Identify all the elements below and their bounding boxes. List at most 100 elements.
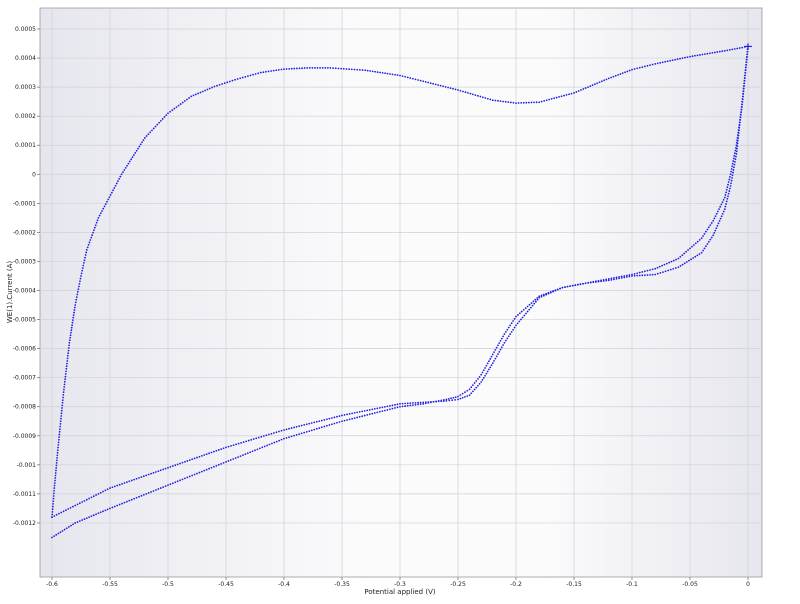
data-point bbox=[77, 288, 80, 291]
data-point bbox=[234, 78, 236, 81]
data-point bbox=[454, 88, 457, 91]
data-point bbox=[725, 203, 727, 205]
data-point bbox=[313, 428, 316, 431]
data-point bbox=[53, 487, 56, 489]
data-point bbox=[280, 68, 283, 71]
data-point bbox=[137, 147, 139, 150]
data-point bbox=[646, 64, 649, 67]
data-point bbox=[670, 260, 673, 263]
data-point bbox=[462, 90, 464, 93]
data-point bbox=[68, 344, 70, 347]
data-point bbox=[63, 383, 66, 386]
data-point bbox=[158, 121, 160, 124]
data-point bbox=[65, 527, 68, 530]
data-point bbox=[142, 475, 145, 478]
data-point bbox=[384, 72, 386, 75]
data-point bbox=[730, 170, 733, 173]
data-point bbox=[147, 133, 150, 136]
data-point bbox=[265, 70, 267, 73]
data-point bbox=[252, 73, 254, 76]
data-point bbox=[62, 510, 65, 513]
data-point bbox=[60, 511, 63, 514]
data-point bbox=[88, 497, 91, 500]
data-point bbox=[498, 350, 501, 353]
data-point bbox=[225, 461, 227, 463]
data-point bbox=[464, 395, 466, 398]
data-point bbox=[73, 311, 75, 314]
data-point bbox=[266, 444, 268, 447]
data-point bbox=[58, 512, 60, 515]
y-tick-label: 0.0002 bbox=[15, 113, 36, 120]
data-point bbox=[504, 331, 507, 333]
data-point bbox=[432, 82, 435, 85]
data-point bbox=[298, 425, 301, 428]
data-point bbox=[85, 248, 88, 251]
data-point bbox=[671, 59, 674, 62]
data-point bbox=[723, 49, 726, 52]
data-point bbox=[67, 349, 70, 352]
data-point bbox=[74, 522, 77, 524]
data-point bbox=[587, 282, 590, 284]
data-point bbox=[176, 463, 179, 466]
data-point bbox=[316, 67, 319, 69]
data-point bbox=[509, 101, 512, 104]
data-point bbox=[68, 339, 71, 342]
data-point bbox=[419, 79, 422, 82]
data-point bbox=[55, 462, 58, 464]
data-point bbox=[130, 498, 133, 501]
data-point bbox=[548, 98, 551, 101]
data-point bbox=[528, 303, 531, 306]
data-point bbox=[247, 439, 250, 442]
data-point bbox=[123, 501, 126, 504]
data-point bbox=[481, 371, 484, 374]
data-point bbox=[179, 479, 181, 482]
data-point bbox=[699, 54, 701, 56]
data-point bbox=[731, 165, 734, 168]
data-point bbox=[454, 396, 457, 399]
data-point bbox=[106, 508, 109, 511]
data-point bbox=[507, 335, 510, 338]
data-point bbox=[358, 69, 361, 71]
data-point bbox=[70, 524, 72, 527]
data-point bbox=[81, 501, 84, 503]
data-point bbox=[381, 406, 384, 409]
data-point bbox=[211, 86, 213, 89]
data-point bbox=[236, 78, 239, 80]
data-point bbox=[67, 508, 70, 510]
data-point bbox=[54, 477, 57, 479]
data-point bbox=[459, 394, 462, 396]
data-point bbox=[401, 75, 404, 78]
data-point bbox=[666, 60, 669, 63]
data-point bbox=[72, 314, 75, 316]
data-point bbox=[736, 145, 739, 147]
data-point bbox=[165, 114, 168, 117]
data-point bbox=[728, 190, 731, 192]
data-point bbox=[675, 258, 677, 261]
data-point bbox=[493, 359, 495, 362]
data-point bbox=[147, 492, 150, 494]
data-point bbox=[152, 127, 155, 130]
data-point bbox=[448, 399, 451, 402]
data-point bbox=[464, 91, 467, 94]
data-point bbox=[254, 73, 257, 75]
data-point bbox=[620, 277, 623, 279]
data-point bbox=[53, 489, 56, 492]
data-point bbox=[737, 132, 740, 134]
data-point bbox=[516, 322, 519, 325]
data-point bbox=[290, 427, 293, 429]
data-point bbox=[52, 500, 55, 503]
data-point bbox=[475, 380, 478, 382]
data-point bbox=[126, 500, 128, 503]
data-point bbox=[689, 55, 691, 58]
data-point bbox=[196, 472, 198, 475]
data-point bbox=[575, 91, 578, 93]
data-point bbox=[71, 321, 74, 324]
data-point bbox=[351, 417, 353, 420]
data-point bbox=[721, 50, 724, 53]
data-point bbox=[739, 119, 742, 121]
data-point bbox=[512, 328, 514, 331]
data-point bbox=[111, 486, 114, 489]
data-point bbox=[81, 519, 84, 521]
data-point bbox=[713, 217, 716, 220]
data-point bbox=[115, 182, 118, 185]
